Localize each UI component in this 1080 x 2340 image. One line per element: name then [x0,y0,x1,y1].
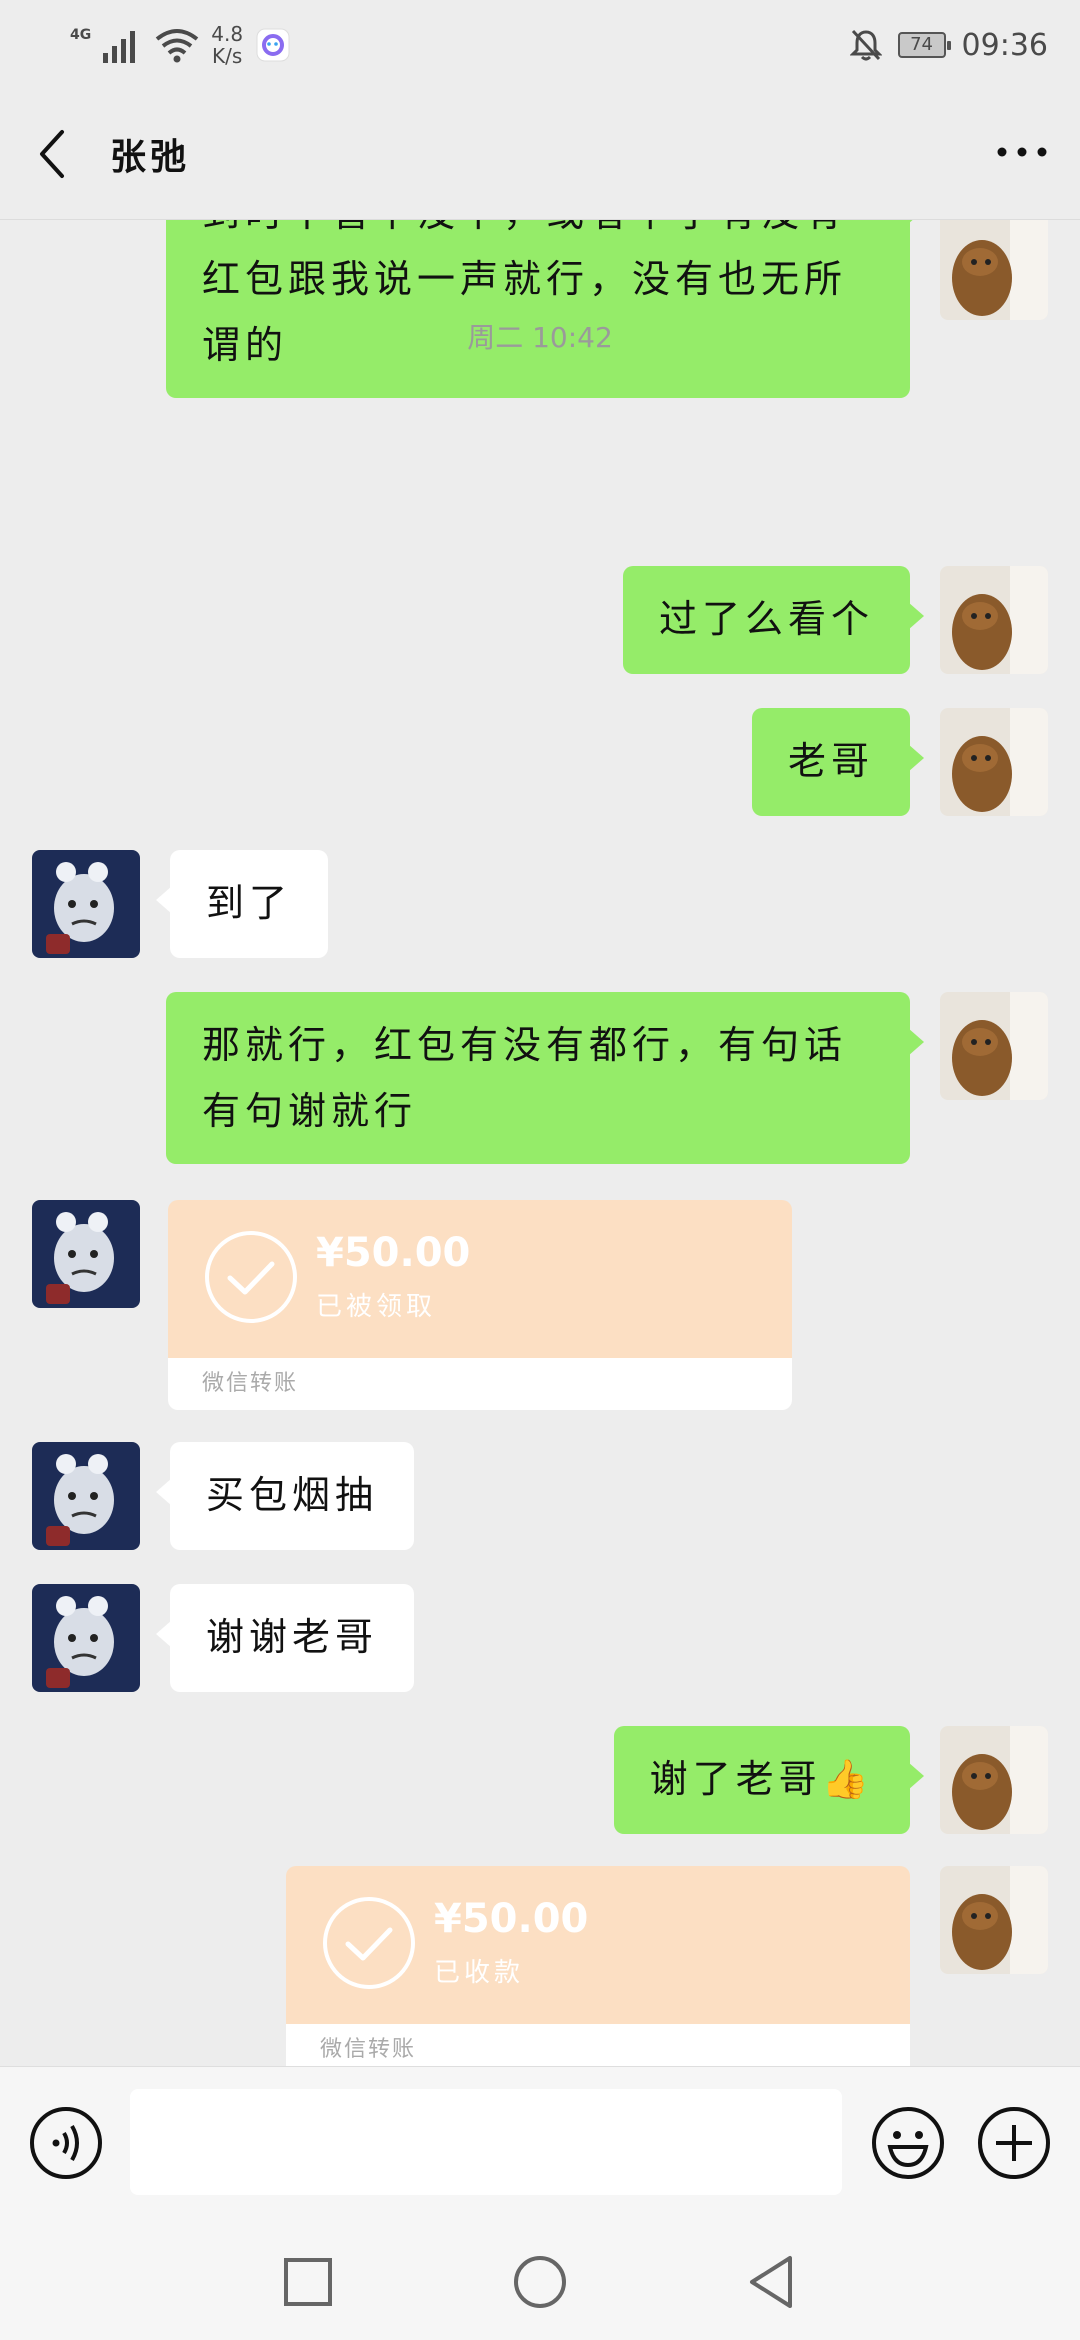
message-row: 过了么看个 [0,566,1080,676]
transfer-amount: ¥50.00 [434,1896,589,1942]
contact-message[interactable]: 谢谢老哥 [155,1584,415,1692]
message-timestamp: 周二 10:42 [467,321,613,354]
my-message[interactable]: 到时不管下没下，或者下了有没有红包跟我说一声就行，没有也无所谓的 [166,220,924,398]
speed-value: 4.8 [211,22,244,46]
check-icon [323,1897,415,1989]
app-notification-icon [256,28,290,62]
message-row: 那就行，红包有没有都行，有句话有句谢就行 [0,992,1080,1172]
contact-name: 张弛 [110,137,191,178]
transfer-label: 微信转账 [286,2024,910,2066]
status-right: 74 09:36 [849,22,1048,68]
transfer-status: 已收款 [434,1958,525,1988]
my-avatar[interactable] [940,220,1048,320]
transfer-body: ¥50.00 已收款 [286,1866,910,2024]
recents-icon[interactable] [278,2252,338,2312]
transfer-label: 微信转账 [168,1358,792,1410]
message-row: ¥50.00 已收款 微信转账 [0,1866,1080,2066]
signal-icon [103,31,136,63]
my-avatar[interactable] [940,708,1048,816]
voice-icon[interactable] [28,2105,104,2181]
my-avatar[interactable] [940,566,1048,674]
message-row: 老哥 [0,708,1080,818]
contact-avatar[interactable] [32,1200,140,1308]
network-type: 4G [70,27,92,43]
input-bar [0,2066,1080,2218]
status-bar: 4G 4.8 K/s 74 09:36 [0,0,1080,88]
message-input[interactable] [130,2089,842,2195]
contact-avatar[interactable] [32,1584,140,1692]
more-icon[interactable] [992,132,1052,172]
message-row: 买包烟抽 [0,1442,1080,1552]
transfer-status: 已被领取 [316,1292,437,1322]
clock: 09:36 [961,27,1048,63]
message-row: 到了 [0,850,1080,960]
contact-message[interactable]: 买包烟抽 [155,1442,415,1550]
chat-messages[interactable]: 到时不管下没下，或者下了有没有红包跟我说一声就行，没有也无所谓的 周二 10:4… [0,220,1080,2066]
check-icon [205,1231,297,1323]
plus-icon[interactable] [976,2105,1052,2181]
message-row: 谢谢老哥 [0,1584,1080,1694]
my-message[interactable]: 老哥 [751,708,925,816]
message-row: ¥50.00 已被领取 微信转账 [0,1200,1080,1412]
network-speed: 4.8 K/s [211,23,243,67]
contact-avatar[interactable] [32,850,140,958]
status-left: 4G 4.8 K/s [70,20,291,70]
my-message[interactable]: 谢了老哥👍 [613,1726,925,1834]
my-avatar[interactable] [940,992,1048,1100]
speed-unit: K/s [212,44,243,68]
my-message[interactable]: 那就行，红包有没有都行，有句话有句谢就行 [166,992,924,1164]
wifi-icon [155,29,199,63]
contact-avatar[interactable] [32,1442,140,1550]
back-icon[interactable] [30,126,80,182]
home-icon[interactable] [510,2252,570,2312]
mute-bell-icon [849,29,882,61]
message-row: 谢了老哥👍 [0,1726,1080,1836]
transfer-amount: ¥50.00 [316,1230,471,1276]
my-avatar[interactable] [940,1866,1048,1974]
my-avatar[interactable] [940,1726,1048,1834]
back-nav-icon[interactable] [742,2252,802,2312]
emoji-icon[interactable] [870,2105,946,2181]
transfer-body: ¥50.00 已被领取 [168,1200,792,1358]
transfer-card[interactable]: ¥50.00 已被领取 微信转账 [168,1200,792,1410]
contact-message[interactable]: 到了 [155,850,329,958]
battery-icon: 74 [897,32,951,58]
my-message[interactable]: 过了么看个 [622,566,925,674]
transfer-card[interactable]: ¥50.00 已收款 微信转账 [286,1866,910,2066]
chat-header: 张弛 [0,88,1080,220]
system-nav-bar [0,2218,1080,2340]
